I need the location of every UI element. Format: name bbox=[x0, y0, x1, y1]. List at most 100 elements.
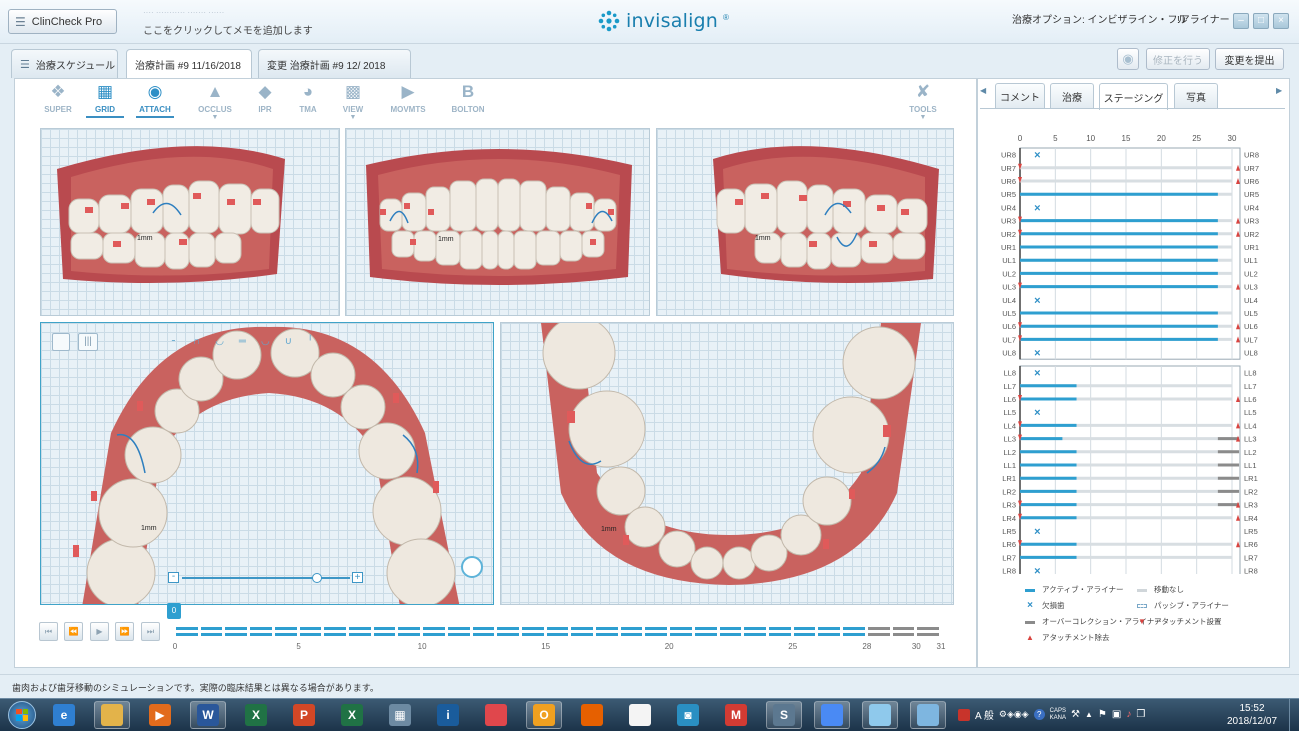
ime-indicator[interactable]: A 般 bbox=[975, 707, 994, 722]
tool-tma[interactable]: ◕ TMA bbox=[283, 82, 333, 114]
taskbar-app-clincheck[interactable] bbox=[862, 701, 898, 729]
taskbar-app-powerpoint[interactable]: P bbox=[286, 701, 322, 729]
stage-segment[interactable] bbox=[892, 627, 915, 636]
split-view-icon[interactable]: ||| bbox=[78, 333, 98, 351]
tool-movmts[interactable]: ▶ MOVMTS bbox=[383, 82, 433, 114]
taskbar-app-firefox[interactable] bbox=[574, 701, 610, 729]
taskbar-app-outlook[interactable]: O bbox=[526, 701, 562, 729]
start-button[interactable] bbox=[4, 699, 40, 730]
stage-segment[interactable] bbox=[398, 627, 421, 636]
stage-segment[interactable] bbox=[521, 627, 544, 636]
current-stage-marker[interactable]: 0 bbox=[167, 603, 181, 619]
modify-button[interactable]: 修正を行う bbox=[1146, 48, 1210, 70]
arch-shape-icons[interactable]: ╴∩◡═◡∪╵ bbox=[172, 336, 362, 350]
settings-icon[interactable]: ⚒ bbox=[1071, 709, 1080, 720]
stage-segment[interactable] bbox=[917, 627, 939, 636]
rotate-navigator-icon[interactable] bbox=[461, 556, 483, 578]
stage-segment[interactable] bbox=[694, 627, 717, 636]
zoom-out-icon[interactable]: - bbox=[168, 572, 179, 583]
maximize-icon[interactable]: □ bbox=[1253, 13, 1269, 29]
stage-segment[interactable] bbox=[348, 627, 371, 636]
taskbar-app-media-player[interactable]: ▶ bbox=[142, 701, 178, 729]
tool-view[interactable]: ▩ VIEW ▼ bbox=[328, 82, 378, 122]
stage-segment[interactable] bbox=[867, 627, 890, 636]
stage-segment[interactable] bbox=[769, 627, 791, 636]
lightbulb-button[interactable]: ◉ bbox=[1117, 48, 1139, 70]
volume-icon[interactable]: ♪ bbox=[1126, 709, 1131, 720]
tab-plan-9[interactable]: 治療計画 #9 11/16/2018 bbox=[126, 49, 252, 79]
stage-segment[interactable] bbox=[596, 627, 618, 636]
tab-comments[interactable]: コメント bbox=[995, 83, 1045, 108]
play-icon[interactable]: ▶ bbox=[90, 622, 109, 641]
stage-segment[interactable] bbox=[299, 627, 322, 636]
taskbar-app-mail[interactable]: M bbox=[718, 701, 754, 729]
stage-segment[interactable] bbox=[250, 627, 272, 636]
clock[interactable]: 15:52 2018/12/07 bbox=[1221, 702, 1283, 728]
stage-segment[interactable] bbox=[472, 627, 495, 636]
close-icon[interactable]: × bbox=[1273, 13, 1289, 29]
ime-tools-icon[interactable]: ⚙◈◉◈ bbox=[999, 709, 1029, 720]
zoom-slider[interactable]: - + bbox=[168, 572, 364, 584]
stage-segment[interactable] bbox=[497, 627, 519, 636]
stage-segment[interactable] bbox=[423, 627, 445, 636]
stage-segment[interactable] bbox=[744, 627, 767, 636]
minimize-icon[interactable]: – bbox=[1233, 13, 1249, 29]
stage-segment[interactable] bbox=[571, 627, 594, 636]
flag-icon[interactable]: ⚑ bbox=[1098, 709, 1107, 720]
tool-grid[interactable]: ▦ GRID bbox=[80, 82, 130, 118]
prev-stage-icon[interactable]: ⏪ bbox=[64, 622, 83, 641]
stage-segment[interactable] bbox=[225, 627, 248, 636]
submit-changes-button[interactable]: 変更を提出 bbox=[1215, 48, 1284, 70]
taskbar-app-paint[interactable] bbox=[910, 701, 946, 729]
show-desktop-button[interactable] bbox=[1289, 699, 1299, 731]
security-icon[interactable] bbox=[958, 708, 970, 721]
show-hidden-icons[interactable]: ▲ bbox=[1085, 710, 1093, 719]
stage-timeline[interactable] bbox=[0, 0, 1, 1]
view-upper-occlusal[interactable]: 1mm bbox=[40, 322, 494, 605]
stage-segment[interactable] bbox=[670, 627, 692, 636]
stage-segment[interactable] bbox=[176, 627, 198, 636]
stage-segment[interactable] bbox=[818, 627, 841, 636]
view-right-buccal[interactable]: 1mm bbox=[40, 128, 340, 316]
single-view-icon[interactable] bbox=[52, 333, 70, 351]
display-icon[interactable]: ▣ bbox=[1112, 709, 1121, 720]
first-stage-icon[interactable]: ⏮ bbox=[39, 622, 58, 641]
stage-segment[interactable] bbox=[620, 627, 643, 636]
stage-segment[interactable] bbox=[200, 627, 223, 636]
taskbar-app-excel[interactable]: X bbox=[334, 701, 370, 729]
tabs-scroll-right-icon[interactable]: ▶ bbox=[1276, 86, 1282, 95]
next-stage-icon[interactable]: ⏩ bbox=[115, 622, 134, 641]
zoom-thumb[interactable] bbox=[312, 573, 322, 583]
note-hint[interactable]: ここをクリックしてメモを追加します bbox=[143, 22, 313, 37]
last-stage-icon[interactable]: ⏭ bbox=[141, 622, 160, 641]
tab-treatment[interactable]: 治療 bbox=[1050, 83, 1094, 108]
tab-modified-plan[interactable]: 変更 治療計画 #9 12/ 2018 bbox=[258, 49, 411, 78]
taskbar-app-excel[interactable]: X bbox=[238, 701, 274, 729]
taskbar-app-tooth[interactable] bbox=[622, 701, 658, 729]
tab-photos[interactable]: 写真 bbox=[1174, 83, 1218, 108]
stage-segment[interactable] bbox=[447, 627, 470, 636]
taskbar-app-ie[interactable]: e bbox=[46, 701, 82, 729]
tool-tools[interactable]: ✘ TOOLS ▼ bbox=[898, 82, 948, 122]
tabs-scroll-left-icon[interactable]: ◀ bbox=[980, 86, 986, 95]
app-menu-button[interactable]: ☰ ClinCheck Pro bbox=[8, 9, 117, 34]
tool-occlus[interactable]: ▲ OCCLUS ▼ bbox=[190, 82, 240, 122]
dropbox-icon[interactable]: ❒ bbox=[1136, 709, 1145, 720]
tab-schedule[interactable]: ☰ 治療スケジュール bbox=[11, 49, 118, 78]
tab-staging[interactable]: ステージング bbox=[1099, 83, 1168, 110]
stage-segment[interactable] bbox=[373, 627, 396, 636]
stage-segment[interactable] bbox=[324, 627, 346, 636]
stage-segment[interactable] bbox=[645, 627, 668, 636]
stage-segment[interactable] bbox=[274, 627, 297, 636]
stage-segment[interactable] bbox=[719, 627, 742, 636]
view-left-buccal[interactable]: 1mm bbox=[656, 128, 954, 316]
zoom-in-icon[interactable]: + bbox=[352, 572, 363, 583]
taskbar-app-camera[interactable]: ◙ bbox=[670, 701, 706, 729]
taskbar-app-explorer[interactable] bbox=[94, 701, 130, 729]
view-frontal[interactable]: 1mm bbox=[345, 128, 650, 316]
view-lower-occlusal[interactable]: 1mm bbox=[500, 322, 954, 605]
taskbar-app-calculator[interactable]: ▦ bbox=[382, 701, 418, 729]
taskbar-app-sketch[interactable]: S bbox=[766, 701, 802, 729]
tool-super[interactable]: ❖ SUPER bbox=[33, 82, 83, 114]
tool-bolton[interactable]: B BOLTON bbox=[443, 82, 493, 114]
